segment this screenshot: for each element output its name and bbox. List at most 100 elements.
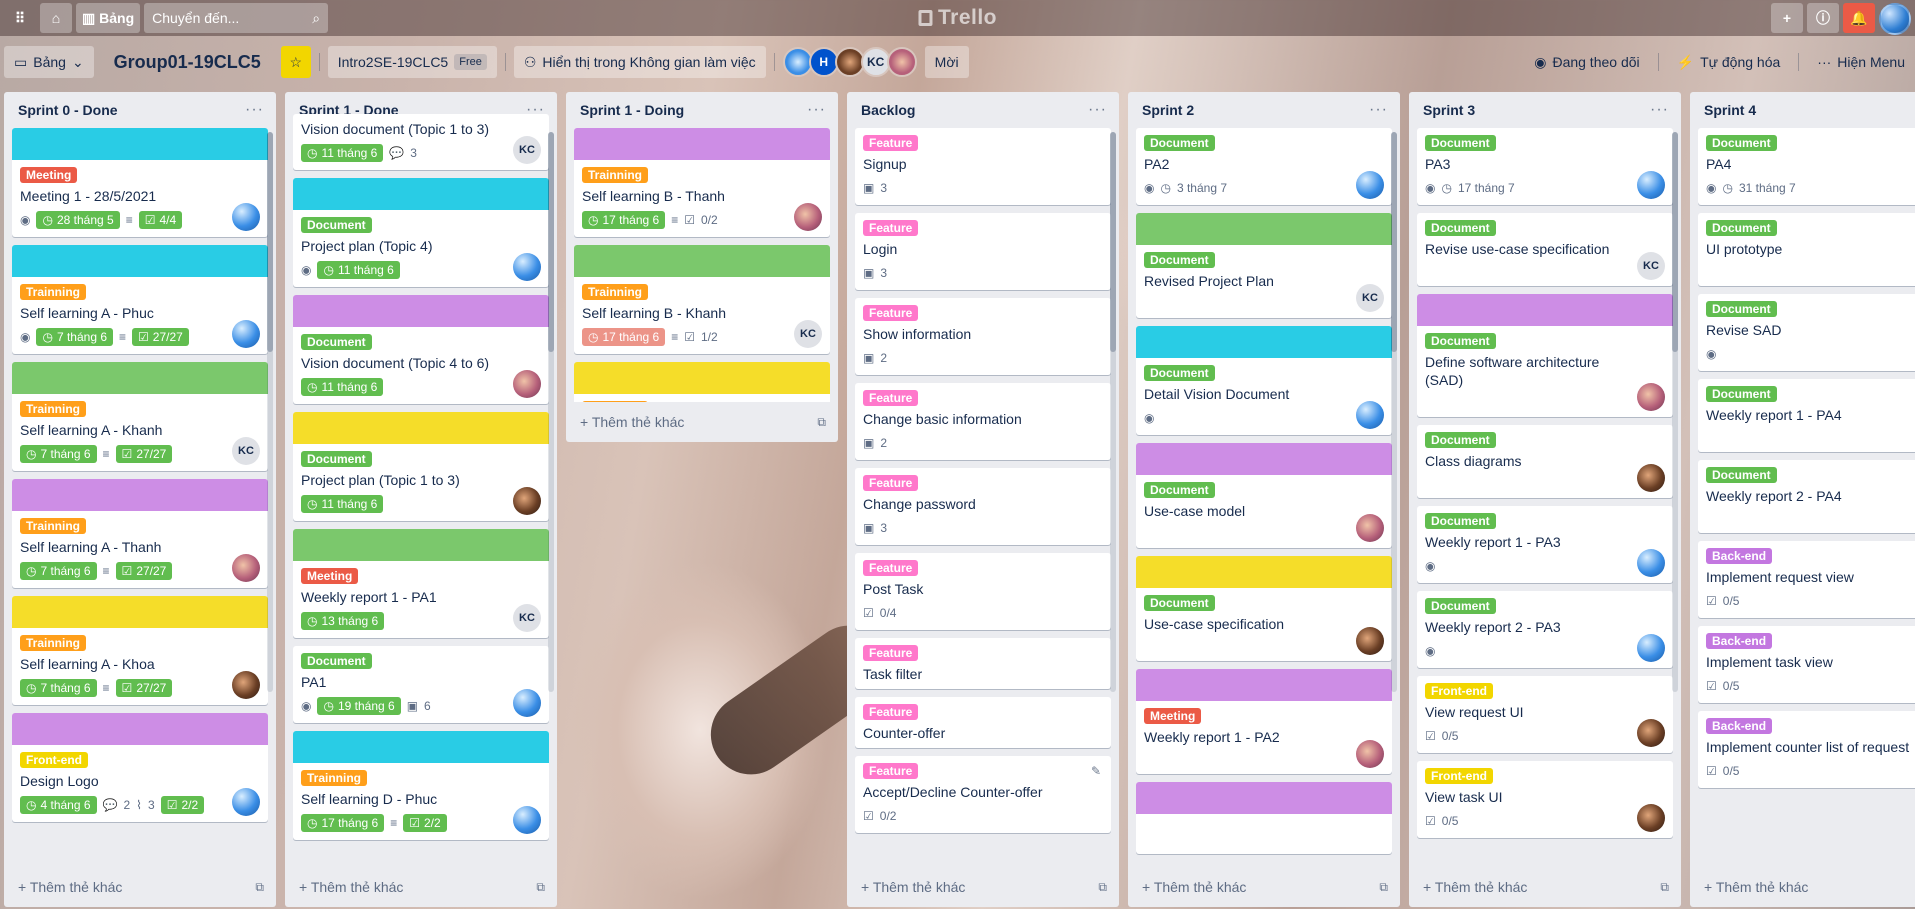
card[interactable]: Trainning Self learning A - Khanh ◷ 7 tháng… xyxy=(12,362,268,471)
card[interactable]: Trainning Self learning A - Thanh ◷ 7 tháng… xyxy=(12,479,268,588)
member-avatar[interactable] xyxy=(1637,719,1665,747)
due-date-badge[interactable]: ◷ 19 tháng 6 xyxy=(317,697,401,715)
card[interactable]: Trainning Self learning A - Phuc ◉ ◷ 7 tháng… xyxy=(12,245,268,354)
member-avatar[interactable] xyxy=(1356,627,1384,655)
card[interactable]: Document Revise use-case specification KC xyxy=(1417,213,1673,286)
member-avatar[interactable] xyxy=(232,554,260,582)
card[interactable]: Meeting Meeting 1 - 28/5/2021 ◉ ◷ 28 tháng 5… xyxy=(12,128,268,237)
card[interactable]: Feature Counter-offer xyxy=(855,697,1111,748)
member-avatar[interactable] xyxy=(886,47,917,77)
show-menu-button[interactable]: ··· Hiện Menu xyxy=(1807,46,1915,78)
card[interactable]: Document Use-case model xyxy=(1136,443,1392,548)
member-avatar[interactable]: KC xyxy=(513,136,541,164)
card[interactable]: Document Weekly report 1 - PA4 xyxy=(1698,379,1915,452)
list-title[interactable]: Sprint 3 xyxy=(1423,102,1475,118)
board-title[interactable]: Group01-19CLC5 xyxy=(102,52,273,73)
due-date-badge[interactable]: ◷ 7 tháng 6 xyxy=(20,562,97,580)
more-dots-icon[interactable]: ··· xyxy=(1088,101,1107,119)
member-avatar[interactable] xyxy=(1637,804,1665,832)
card[interactable]: Back-end Implement task view ☑ 0/5 xyxy=(1698,626,1915,703)
more-dots-icon[interactable]: ··· xyxy=(1650,101,1669,119)
watch-button[interactable]: ◉ Đang theo dõi xyxy=(1524,46,1649,78)
due-date-badge[interactable]: ◷ 7 tháng 6 xyxy=(20,445,97,463)
card[interactable]: Feature Show information ▣ 2 xyxy=(855,298,1111,375)
scrollbar-thumb[interactable] xyxy=(1672,132,1678,352)
member-avatar[interactable] xyxy=(232,788,260,816)
due-date-badge[interactable]: ◷ 7 tháng 6 xyxy=(20,679,97,697)
card[interactable]: Document PA2 ◉ ◷ 3 tháng 7 xyxy=(1136,128,1392,205)
card[interactable]: Back-end Implement request view ☑ 0/5 xyxy=(1698,541,1915,618)
card[interactable]: Document Vision document (Topic 4 to 6) ◷ 1… xyxy=(293,295,549,404)
more-dots-icon[interactable]: ··· xyxy=(807,101,826,119)
due-date-badge[interactable]: ◷ 28 tháng 5 xyxy=(36,211,120,229)
scrollbar-thumb[interactable] xyxy=(1110,132,1116,352)
member-avatar[interactable]: KC xyxy=(794,320,822,348)
member-avatar[interactable] xyxy=(232,671,260,699)
template-icon[interactable]: ⧉ xyxy=(817,415,826,430)
card[interactable]: Feature Task filter xyxy=(855,638,1111,689)
scrollbar-thumb[interactable] xyxy=(267,132,273,352)
card[interactable]: Back-end Implement counter list of reques… xyxy=(1698,711,1915,788)
list-title[interactable]: Sprint 0 - Done xyxy=(18,102,118,118)
card[interactable]: Trainning Self learning B - Khanh ◷ 17 thán… xyxy=(574,245,830,354)
list-title[interactable]: Sprint 2 xyxy=(1142,102,1194,118)
info-icon[interactable]: ⓘ xyxy=(1807,3,1839,33)
add-card-button[interactable]: + Thêm thẻ khác xyxy=(1423,879,1527,895)
card[interactable]: Document Weekly report 2 - PA3 ◉ xyxy=(1417,591,1673,668)
due-date-badge[interactable]: ◷ 11 tháng 6 xyxy=(301,378,384,396)
template-icon[interactable]: ⧉ xyxy=(1660,880,1669,895)
create-plus-icon[interactable]: + xyxy=(1771,3,1803,33)
automation-button[interactable]: ⚡ Tự động hóa xyxy=(1667,46,1791,78)
due-date-badge[interactable]: ◷ 17 tháng 6 xyxy=(582,328,666,346)
due-date-badge[interactable]: ◷ 11 tháng 6 xyxy=(301,495,384,513)
list-title[interactable]: Sprint 4 xyxy=(1704,102,1756,118)
list-scrollbar[interactable] xyxy=(1672,132,1678,692)
add-card-button[interactable]: + Thêm thẻ khác xyxy=(1142,879,1246,895)
card[interactable]: Document Weekly report 1 - PA3 ◉ xyxy=(1417,506,1673,583)
add-card-button[interactable]: + Thêm thẻ khác xyxy=(861,879,965,895)
card[interactable]: Meeting Weekly report 1 - PA1 ◷ 13 tháng 6 K… xyxy=(293,529,549,638)
template-icon[interactable]: ⧉ xyxy=(536,880,545,895)
list-title[interactable]: Sprint 1 - Doing xyxy=(580,102,684,118)
board-view-switcher[interactable]: ▭ Bảng ⌄ xyxy=(4,46,94,78)
member-avatar[interactable]: KC xyxy=(232,437,260,465)
card[interactable]: Document Detail Vision Document ◉ xyxy=(1136,326,1392,435)
card[interactable]: Document Use-case specification xyxy=(1136,556,1392,661)
template-icon[interactable]: ⧉ xyxy=(255,880,264,895)
member-avatar[interactable] xyxy=(513,689,541,717)
member-avatar[interactable] xyxy=(232,320,260,348)
list-scrollbar[interactable] xyxy=(1110,132,1116,692)
card[interactable]: Front-end Design Logo ◷ 4 tháng 6 💬 2 ⌇ 3 ☑ 2/2 xyxy=(12,713,268,822)
member-avatar[interactable]: KC xyxy=(1356,284,1384,312)
more-dots-icon[interactable]: ··· xyxy=(245,101,264,119)
add-card-button[interactable]: + Thêm thẻ khác xyxy=(580,414,684,430)
member-avatar[interactable] xyxy=(232,203,260,231)
card[interactable]: Document Revised Project Plan KC xyxy=(1136,213,1392,318)
card[interactable]: Feature Login ▣ 3 xyxy=(855,213,1111,290)
card[interactable]: Front-end View task UI ☑ 0/5 xyxy=(1417,761,1673,838)
add-card-button[interactable]: + Thêm thẻ khác xyxy=(18,879,122,895)
card[interactable]: Document Define software architecture (SA… xyxy=(1417,294,1673,417)
card[interactable]: Feature Accept/Decline Counter-offer ☑ 0/2 ✎ xyxy=(855,756,1111,833)
template-icon[interactable]: ⧉ xyxy=(1379,880,1388,895)
more-dots-icon[interactable]: ··· xyxy=(1369,101,1388,119)
boards-button[interactable]: ▥ Bảng xyxy=(76,3,141,33)
card[interactable]: Trainning Self learning A - Khoa ◷ 7 tháng … xyxy=(12,596,268,705)
member-avatar[interactable] xyxy=(513,806,541,834)
list-scrollbar[interactable] xyxy=(267,132,273,692)
card[interactable]: Feature Change password ▣ 3 xyxy=(855,468,1111,545)
member-avatar[interactable] xyxy=(513,370,541,398)
card[interactable]: Feature Signup ▣ 3 xyxy=(855,128,1111,205)
member-avatar[interactable] xyxy=(794,203,822,231)
member-avatar[interactable] xyxy=(1637,171,1665,199)
card[interactable]: Document PA4 ◉ ◷ 31 tháng 7 xyxy=(1698,128,1915,205)
card[interactable]: Feature Post Task ☑ 0/4 xyxy=(855,553,1111,630)
home-icon[interactable]: ⌂ xyxy=(40,3,72,33)
member-avatar[interactable]: KC xyxy=(1637,252,1665,280)
apps-grid-icon[interactable]: ⠿ xyxy=(4,3,36,33)
member-avatar[interactable] xyxy=(1637,464,1665,492)
card[interactable]: Document Weekly report 2 - PA4 xyxy=(1698,460,1915,533)
pencil-icon[interactable]: ✎ xyxy=(1091,764,1101,778)
card[interactable]: Feature Change basic information ▣ 2 xyxy=(855,383,1111,460)
search-input[interactable]: Chuyển đến... ⌕ xyxy=(144,3,329,33)
